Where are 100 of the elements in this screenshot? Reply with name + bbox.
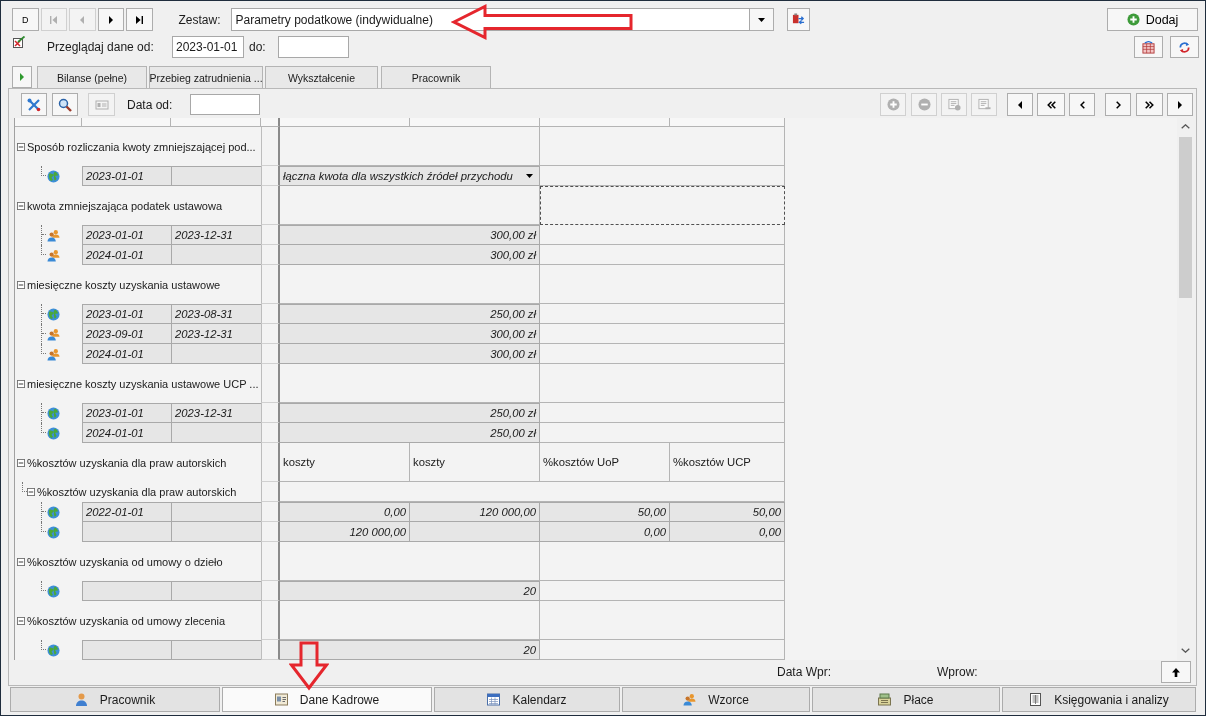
dropdown-cell[interactable]: łączna kwota dla wszystkich źródeł przychodu: [280, 166, 540, 186]
annotation-arrow: [289, 641, 329, 691]
refresh-icon: [1178, 40, 1191, 54]
group-title: Sposób rozliczania kwoty zmniejszającej pod...: [27, 140, 256, 153]
calendar-icon: [487, 693, 501, 706]
tab[interactable]: Kalendarz: [434, 687, 620, 712]
date-from-field[interactable]: 2023-01-01: [172, 36, 244, 58]
page-forward-button[interactable]: [1136, 93, 1163, 116]
tab[interactable]: Dane Kadrowe: [222, 687, 432, 712]
table-cell: 300,00 zł: [280, 225, 540, 245]
group-title: %kosztów uzyskania dla praw autorskich: [37, 486, 237, 498]
tools-icon: [27, 97, 41, 112]
table-cell: 50,00: [540, 502, 670, 522]
refresh-button[interactable]: [1170, 36, 1199, 58]
collapse-icon[interactable]: [27, 488, 35, 496]
first-button[interactable]: [1007, 93, 1033, 116]
table-cell: 120 000,00: [410, 502, 540, 522]
person-icon: [74, 693, 88, 706]
tab[interactable]: Pracownik: [10, 687, 220, 712]
chevron-down-icon[interactable]: [1180, 648, 1190, 653]
tab[interactable]: Księgowania i analizy: [1002, 687, 1196, 712]
tab[interactable]: Bilanse (pełne): [37, 66, 147, 88]
report-icon: [1142, 40, 1155, 54]
globe-icon: [47, 525, 60, 539]
page-back-button[interactable]: [1037, 93, 1065, 116]
triangle-left-icon: [1018, 100, 1022, 109]
table-cell: 2023-01-01: [82, 304, 171, 324]
ledger-icon: [1029, 693, 1043, 706]
caret-icon: [757, 17, 765, 22]
chevron-right-icon: [1115, 100, 1121, 109]
collapse-icon[interactable]: [17, 142, 25, 151]
column-header: koszty: [280, 443, 410, 482]
group-title: miesięczne koszty uzyskania ustawowe: [27, 278, 221, 291]
set-select-field[interactable]: Parametry podatkowe (indywidualne): [230, 8, 750, 31]
chevron-up-icon[interactable]: [1180, 124, 1190, 129]
skip-forward-icon: [135, 15, 143, 24]
tree-line: [41, 166, 46, 176]
entry-date-label: Data Wpr:: [777, 665, 832, 679]
table-cell: [261, 482, 280, 502]
date-from-label: Przeglądaj dane od:: [47, 40, 155, 54]
date-from-label: Data od:: [127, 97, 174, 112]
table-cell: 20: [280, 640, 540, 660]
expand-button[interactable]: [12, 66, 32, 88]
collapse-icon[interactable]: [17, 557, 25, 566]
table-cell: 250,00 zł: [280, 423, 540, 443]
tab[interactable]: Płace: [812, 687, 1000, 712]
minus-circle-icon: [917, 98, 931, 111]
dropdown-button[interactable]: [749, 8, 774, 31]
collapse-icon[interactable]: [17, 616, 25, 625]
tools-button[interactable]: [21, 93, 47, 116]
collapse-icon[interactable]: [17, 201, 25, 210]
people-icon: [683, 693, 697, 706]
scrollbar-thumb[interactable]: [1178, 137, 1192, 298]
add-button[interactable]: Dodaj: [1107, 8, 1198, 31]
collapse-icon[interactable]: [17, 280, 25, 289]
next-button[interactable]: [1105, 93, 1131, 116]
tab[interactable]: Pracownik: [381, 66, 491, 88]
table-cell: [261, 443, 280, 482]
scroll-top-button[interactable]: [1161, 661, 1191, 683]
last-button[interactable]: [126, 8, 153, 31]
table-cell: 2024-01-01: [82, 245, 171, 265]
table-cell: 2022-01-01: [82, 502, 171, 522]
collapse-icon[interactable]: [17, 379, 25, 388]
table-cell: 250,00 zł: [280, 403, 540, 423]
table-cell: [261, 542, 280, 581]
tab[interactable]: Wykształcenie: [265, 66, 378, 88]
table-cell: 300,00 zł: [280, 344, 540, 364]
table-cell: 300,00 zł: [280, 245, 540, 265]
tree-line: [41, 581, 46, 591]
table-cell: 2023-01-01: [82, 166, 171, 186]
chevron-left-icon: [1079, 100, 1085, 109]
transfer-button[interactable]: [786, 8, 810, 31]
next-button[interactable]: [97, 8, 124, 31]
report-button[interactable]: [1134, 36, 1163, 58]
table-cell: 2023-12-31: [171, 225, 261, 245]
table-cell: 2023-01-01: [82, 403, 171, 423]
people-icon: [47, 347, 60, 361]
tab[interactable]: Wzorce: [622, 687, 810, 712]
double-chevron-right-icon: [1145, 100, 1154, 109]
tab[interactable]: Przebieg zatrudnienia ...: [149, 66, 263, 88]
table-cell: 2023-08-31: [171, 304, 261, 324]
table-cell: 300,00 zł: [280, 324, 540, 344]
globe-icon: [47, 426, 60, 440]
date-to-field[interactable]: [278, 36, 349, 58]
table-cell: 2024-01-01: [82, 344, 171, 364]
double-chevron-left-icon: [1046, 100, 1056, 109]
globe-icon: [47, 584, 60, 598]
table-cell: [261, 364, 280, 403]
table-cell: 2024-01-01: [82, 423, 171, 443]
search-button[interactable]: [52, 93, 78, 116]
triangle-right-icon: [20, 73, 24, 81]
globe-icon: [47, 643, 60, 657]
table-cell: [261, 601, 280, 640]
collapse-icon[interactable]: [17, 458, 25, 467]
caret-icon: [526, 174, 533, 178]
toolbar-button[interactable]: D: [12, 8, 39, 31]
column-header: koszty: [410, 443, 540, 482]
date-from-field[interactable]: [190, 94, 260, 115]
column-header[interactable]: [261, 118, 280, 127]
previous-button[interactable]: [1069, 93, 1095, 116]
